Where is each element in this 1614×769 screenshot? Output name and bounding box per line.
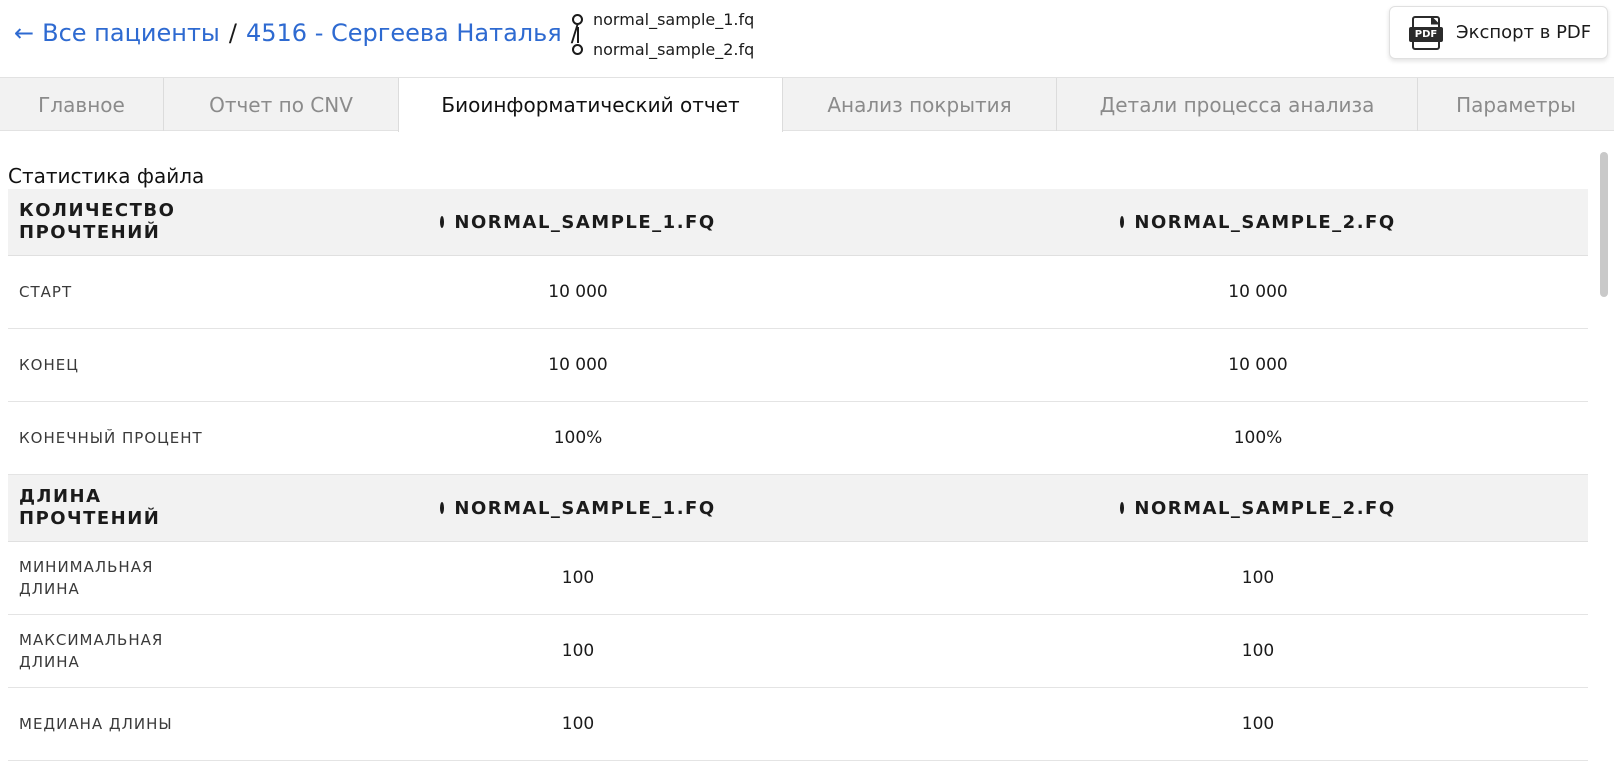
export-pdf-label: Экспорт в PDF — [1456, 22, 1592, 43]
sample-file-item: normal_sample_1.fq — [572, 10, 754, 29]
sample-1-column-header: NORMAL_SAMPLE_1.FQ — [440, 475, 714, 541]
table-header-row: ДЛИНА ПРОЧТЕНИЙ NORMAL_SAMPLE_1.FQ NORMA… — [8, 475, 1588, 542]
table-row: МАКСИМАЛЬНАЯ ДЛИНА 100 100 — [8, 615, 1588, 688]
circle-icon — [440, 216, 445, 228]
export-pdf-button[interactable]: PDF Экспорт в PDF — [1389, 6, 1608, 59]
sample-1-value: 10 000 — [548, 282, 608, 302]
tab-bioinformatics-report[interactable]: Биоинформатический отчет — [398, 78, 783, 132]
sample-2-value: 100 — [1241, 568, 1275, 588]
table-header-row: КОЛИЧЕСТВО ПРОЧТЕНИЙ NORMAL_SAMPLE_1.FQ … — [8, 189, 1588, 256]
sample-file-item: normal_sample_2.fq — [572, 40, 754, 59]
table-row: МЕДИАНА ДЛИНЫ 100 100 — [8, 688, 1588, 761]
vertical-scrollbar[interactable] — [1600, 152, 1608, 297]
file-dot-icon — [572, 14, 583, 25]
sample-files-list: normal_sample_1.fq normal_sample_2.fq — [572, 6, 772, 64]
table-row: КОНЕЧНЫЙ ПРОЦЕНТ 100% 100% — [8, 402, 1588, 475]
circle-icon — [1120, 216, 1125, 228]
sample-file-name: normal_sample_1.fq — [593, 10, 755, 29]
sample-2-value: 10 000 — [1228, 282, 1288, 302]
back-arrow-icon[interactable]: ← — [14, 19, 34, 47]
row-label: МЕДИАНА ДЛИНЫ — [19, 715, 173, 733]
breadcrumb: ← Все пациенты / 4516 - Сергеева Наталья… — [14, 19, 588, 47]
file-statistics-table: КОЛИЧЕСТВО ПРОЧТЕНИЙ NORMAL_SAMPLE_1.FQ … — [8, 189, 1588, 761]
sample-1-value: 10 000 — [548, 355, 608, 375]
tab-parameters[interactable]: Параметры — [1418, 78, 1614, 131]
tab-main[interactable]: Главное — [0, 78, 164, 131]
sample-2-value: 10 000 — [1228, 355, 1288, 375]
table-row: КОНЕЦ 10 000 10 000 — [8, 329, 1588, 402]
sample-1-column-header: NORMAL_SAMPLE_1.FQ — [440, 189, 714, 255]
pdf-icon: PDF — [1409, 15, 1443, 50]
row-label: СТАРТ — [19, 283, 73, 301]
page-header: ← Все пациенты / 4516 - Сергеева Наталья… — [0, 0, 1614, 77]
table-row: МИНИМАЛЬНАЯ ДЛИНА 100 100 — [8, 542, 1588, 615]
sample-1-value: 100 — [561, 714, 595, 734]
sample-2-value: 100% — [1233, 428, 1283, 448]
reads-count-header: КОЛИЧЕСТВО ПРОЧТЕНИЙ — [19, 200, 176, 243]
breadcrumb-separator: / — [228, 19, 237, 47]
breadcrumb-all-patients-link[interactable]: Все пациенты — [42, 19, 220, 47]
tab-cnv-report[interactable]: Отчет по CNV — [164, 78, 399, 131]
sample-2-value: 100 — [1241, 714, 1275, 734]
read-length-header: ДЛИНА ПРОЧТЕНИЙ — [19, 486, 161, 529]
row-label: КОНЕЧНЫЙ ПРОЦЕНТ — [19, 429, 203, 447]
section-title: Статистика файла — [8, 164, 205, 188]
sample-2-column-header: NORMAL_SAMPLE_2.FQ — [1120, 475, 1394, 541]
row-label: КОНЕЦ — [19, 356, 79, 374]
circle-icon — [1120, 502, 1125, 514]
circle-icon — [440, 502, 445, 514]
row-label: МИНИМАЛЬНАЯ ДЛИНА — [19, 558, 154, 598]
tab-coverage-analysis[interactable]: Анализ покрытия — [783, 78, 1057, 131]
row-label: МАКСИМАЛЬНАЯ ДЛИНА — [19, 631, 164, 671]
sample-1-value: 100 — [561, 568, 595, 588]
file-dot-icon — [572, 44, 583, 55]
tab-bar: Главное Отчет по CNV Биоинформатический … — [0, 77, 1614, 132]
sample-file-name: normal_sample_2.fq — [593, 40, 755, 59]
sample-1-value: 100 — [561, 641, 595, 661]
sample-2-column-header: NORMAL_SAMPLE_2.FQ — [1120, 189, 1394, 255]
table-row: СТАРТ 10 000 10 000 — [8, 256, 1588, 329]
sample-1-value: 100% — [553, 428, 603, 448]
sample-2-value: 100 — [1241, 641, 1275, 661]
tab-analysis-process-details[interactable]: Детали процесса анализа — [1057, 78, 1418, 131]
breadcrumb-patient-link[interactable]: 4516 - Сергеева Наталья — [246, 19, 562, 47]
